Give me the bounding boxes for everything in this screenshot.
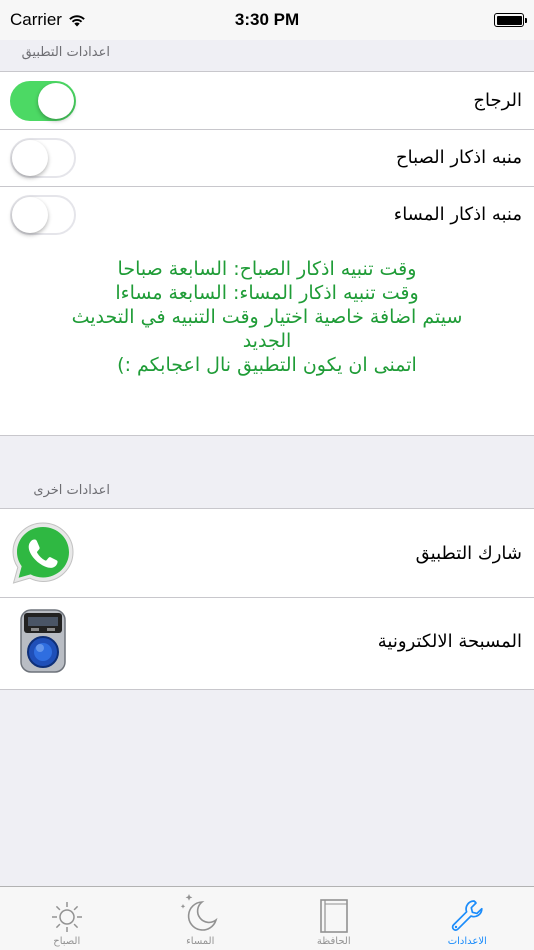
- app-settings-group: الرجاج منبه اذكار الصباح منبه اذكار المس…: [0, 71, 534, 436]
- tally-counter-row[interactable]: المسبحة الالكترونية: [0, 597, 534, 685]
- share-app-row[interactable]: شارك التطبيق: [0, 509, 534, 597]
- tally-counter-label: المسبحة الالكترونية: [377, 630, 522, 652]
- whatsapp-icon: [12, 522, 74, 584]
- sun-icon: [51, 902, 82, 932]
- settings-row-morning-alarm[interactable]: منبه اذكار الصباح: [0, 129, 534, 186]
- morning-alarm-toggle[interactable]: [10, 137, 76, 178]
- tab-label: المساء: [186, 936, 215, 947]
- section-header-app-settings: اعدادات التطبيق: [0, 45, 534, 60]
- book-icon: [319, 899, 348, 933]
- tab-bar: الصباح المساء الحافظة الاعدادات: [0, 886, 534, 950]
- other-settings-group: شارك التطبيق المسبحة الالكترونية: [0, 508, 534, 690]
- share-app-label: شارك التطبيق: [415, 542, 522, 564]
- moon-icon: [180, 894, 218, 931]
- settings-row-evening-alarm[interactable]: منبه اذكار المساء: [0, 186, 534, 243]
- settings-row-vibration[interactable]: الرجاج: [0, 72, 534, 129]
- tally-counter-icon: [20, 609, 66, 673]
- info-line: وقت تنبيه اذكار المساء: السابعة مساءا: [115, 281, 419, 304]
- section-header-other-settings: اعدادات اخرى: [0, 483, 534, 498]
- tab-settings[interactable]: الاعدادات: [401, 887, 534, 950]
- info-line: سيتم اضافة خاصية اختيار وقت التنبيه في ا…: [71, 305, 463, 328]
- section-title: اعدادات اخرى: [33, 483, 110, 498]
- tab-label: الاعدادات: [447, 936, 487, 947]
- battery-icon: [494, 13, 527, 27]
- tab-label: الصباح: [53, 936, 81, 947]
- vibration-toggle[interactable]: [10, 80, 76, 121]
- status-bar: Carrier 3:30 PM: [0, 0, 534, 40]
- setting-label: الرجاج: [473, 90, 522, 111]
- tab-evening[interactable]: المساء: [134, 887, 268, 950]
- evening-alarm-toggle[interactable]: [10, 194, 76, 235]
- alarm-info-text: وقت تنبيه اذكار الصباح: السابعة صباحا وق…: [10, 258, 524, 378]
- info-line: وقت تنبيه اذكار الصباح: السابعة صباحا: [117, 258, 417, 280]
- tab-keeper[interactable]: الحافظة: [267, 887, 401, 950]
- setting-label: منبه اذكار الصباح: [396, 147, 522, 168]
- wifi-icon: [69, 14, 85, 26]
- info-line: الجديد: [242, 329, 292, 352]
- section-title: اعدادات التطبيق: [21, 45, 110, 60]
- carrier-label: Carrier: [10, 10, 62, 29]
- setting-label: منبه اذكار المساء: [393, 204, 522, 225]
- wrench-icon: [452, 900, 483, 931]
- status-carrier-group: Carrier: [10, 10, 86, 30]
- tab-morning[interactable]: الصباح: [0, 887, 134, 950]
- tab-label: الحافظة: [316, 936, 351, 947]
- info-line: اتمنى ان يكون التطبيق نال اعجابكم :): [117, 353, 417, 376]
